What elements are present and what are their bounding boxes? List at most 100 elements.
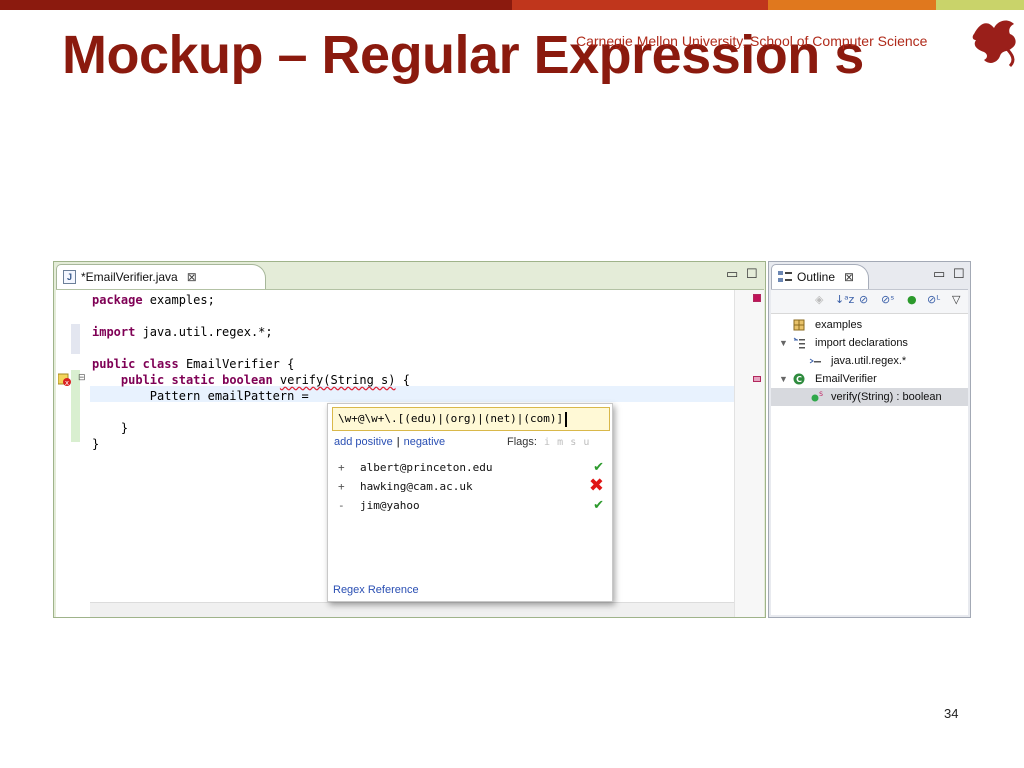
- text-caret: [565, 411, 568, 427]
- regex-reference-link-wrap: Regex Reference: [333, 584, 419, 596]
- code-line[interactable]: public class EmailVerifier {: [92, 356, 294, 372]
- slide-color-bar: [0, 0, 1024, 10]
- error-overview-mark[interactable]: [753, 294, 761, 302]
- close-icon[interactable]: ⊠: [844, 270, 854, 284]
- flag-s-toggle[interactable]: s: [570, 437, 576, 448]
- view-menu-icon[interactable]: ▽: [952, 293, 960, 306]
- collapse-all-icon[interactable]: ◈: [815, 293, 823, 306]
- flags-group: Flags: i m s u: [507, 436, 589, 448]
- svg-text:C: C: [796, 375, 802, 384]
- outline-icon: [778, 271, 792, 282]
- regex-popup: \w+@\w+\.[(edu)|(org)|(net)|(com)] add p…: [327, 403, 613, 602]
- keyword-token: package: [92, 293, 143, 307]
- code-token: java.util.regex.*;: [135, 325, 273, 339]
- example-text: jim@yahoo: [360, 499, 420, 512]
- fold-icon[interactable]: ⊟: [78, 372, 86, 383]
- cross-icon: ✖: [588, 475, 604, 496]
- slide-title: Mockup – Regular Expression s: [62, 25, 864, 85]
- tree-item-import[interactable]: java.util.regex.*: [771, 352, 968, 370]
- hide-local-types-icon[interactable]: ⊘ᴸ: [927, 293, 940, 306]
- flag-u-toggle[interactable]: u: [583, 437, 589, 448]
- flag-m-toggle[interactable]: m: [557, 437, 563, 448]
- editor-tab-label: *EmailVerifier.java: [81, 270, 178, 284]
- link-separator: |: [396, 436, 400, 448]
- class-icon: C: [793, 373, 805, 385]
- keyword-token: static: [171, 373, 215, 387]
- positive-sign: +: [338, 461, 345, 474]
- example-text: albert@princeton.edu: [360, 461, 493, 474]
- code-token: EmailVerifier {: [178, 357, 295, 371]
- sort-icon[interactable]: ↓ᵃz: [835, 293, 854, 306]
- tree-item-imports[interactable]: ▼ import declarations: [771, 334, 968, 352]
- code-token: {: [395, 373, 410, 387]
- keyword-token: public: [92, 357, 136, 371]
- example-row[interactable]: + albert@princeton.edu ✔: [338, 459, 604, 477]
- tree-item-method[interactable]: S verify(String) : boolean: [771, 388, 968, 406]
- tree-item-class[interactable]: ▼ C EmailVerifier: [771, 370, 968, 388]
- code-line[interactable]: import java.util.regex.*;: [92, 324, 273, 340]
- keyword-token: boolean: [222, 373, 273, 387]
- close-icon[interactable]: ⊠: [187, 270, 197, 284]
- horizontal-scrollbar[interactable]: [90, 602, 734, 617]
- maximize-icon[interactable]: ☐: [953, 266, 965, 282]
- outline-tab-label: Outline: [797, 270, 836, 284]
- code-token: examples;: [142, 293, 215, 307]
- check-icon: ✔: [593, 498, 604, 513]
- overview-ruler: [734, 290, 764, 617]
- minimize-icon[interactable]: ▭: [933, 266, 945, 282]
- code-line[interactable]: public static boolean verify(String s) {: [92, 372, 410, 388]
- cmu-dragon-logo: [972, 20, 1016, 68]
- expand-icon[interactable]: ▼: [779, 334, 788, 352]
- example-row[interactable]: + hawking@cam.ac.uk ✖: [338, 475, 604, 496]
- imports-icon: [793, 337, 805, 349]
- keyword-token: public: [120, 373, 165, 387]
- regex-reference-link[interactable]: Regex Reference: [333, 584, 419, 596]
- outline-tab[interactable]: Outline ⊠: [771, 264, 869, 289]
- error-marker-icon[interactable]: x: [58, 372, 72, 386]
- regex-pattern: \w+@\w+\.[(edu)|(org)|(net)|(com)]: [338, 412, 564, 425]
- code-token: }: [92, 421, 129, 435]
- tree-item-label: examples: [815, 319, 863, 331]
- minimize-icon[interactable]: ▭: [726, 266, 738, 282]
- hide-fields-icon[interactable]: ⊘: [859, 293, 868, 306]
- import-icon: [809, 358, 821, 364]
- example-text: hawking@cam.ac.uk: [360, 480, 473, 493]
- maximize-icon[interactable]: ☐: [746, 266, 758, 282]
- tree-item-label: EmailVerifier: [815, 373, 877, 385]
- add-positive-link[interactable]: add positive: [334, 436, 393, 448]
- code-token: verify(String s): [279, 373, 396, 387]
- method-icon: S: [811, 391, 823, 402]
- positive-sign: +: [338, 480, 345, 493]
- negative-sign: -: [338, 499, 345, 512]
- code-line[interactable]: }: [92, 420, 128, 436]
- regex-input[interactable]: \w+@\w+\.[(edu)|(org)|(net)|(com)]: [332, 407, 610, 431]
- outline-toolbar: ◈ ↓ᵃz ⊘ ⊘ˢ ● ⊘ᴸ ▽: [771, 289, 968, 313]
- keyword-token: import: [92, 325, 136, 339]
- keyword-token: class: [142, 357, 179, 371]
- code-token: }: [92, 437, 100, 451]
- svg-text:x: x: [65, 379, 69, 386]
- hide-nonpublic-icon[interactable]: ●: [907, 293, 917, 306]
- editor-tab[interactable]: J *EmailVerifier.java ⊠: [56, 264, 266, 289]
- example-row[interactable]: - jim@yahoo ✔: [338, 497, 604, 515]
- tree-item-label: verify(String) : boolean: [831, 391, 942, 403]
- add-negative-link[interactable]: negative: [404, 436, 446, 448]
- flag-i-toggle[interactable]: i: [544, 437, 550, 448]
- code-line[interactable]: }: [92, 436, 99, 452]
- code-line[interactable]: Pattern emailPattern =: [92, 388, 316, 404]
- warning-overview-mark[interactable]: [753, 376, 761, 382]
- tree-item-examples[interactable]: examples: [771, 316, 968, 334]
- expand-icon[interactable]: ▼: [779, 370, 788, 388]
- code-line[interactable]: package examples;: [92, 292, 215, 308]
- code-token: Pattern emailPattern =: [92, 389, 316, 403]
- tree-item-label: import declarations: [815, 337, 908, 349]
- hide-static-icon[interactable]: ⊘ˢ: [881, 293, 894, 306]
- svg-text:S: S: [819, 391, 823, 398]
- page-number: 34: [944, 706, 959, 721]
- outline-tree: examples ▼ import declarations java.util…: [771, 313, 968, 615]
- java-file-icon: J: [63, 270, 76, 284]
- example-links: add positive | negative: [334, 436, 445, 448]
